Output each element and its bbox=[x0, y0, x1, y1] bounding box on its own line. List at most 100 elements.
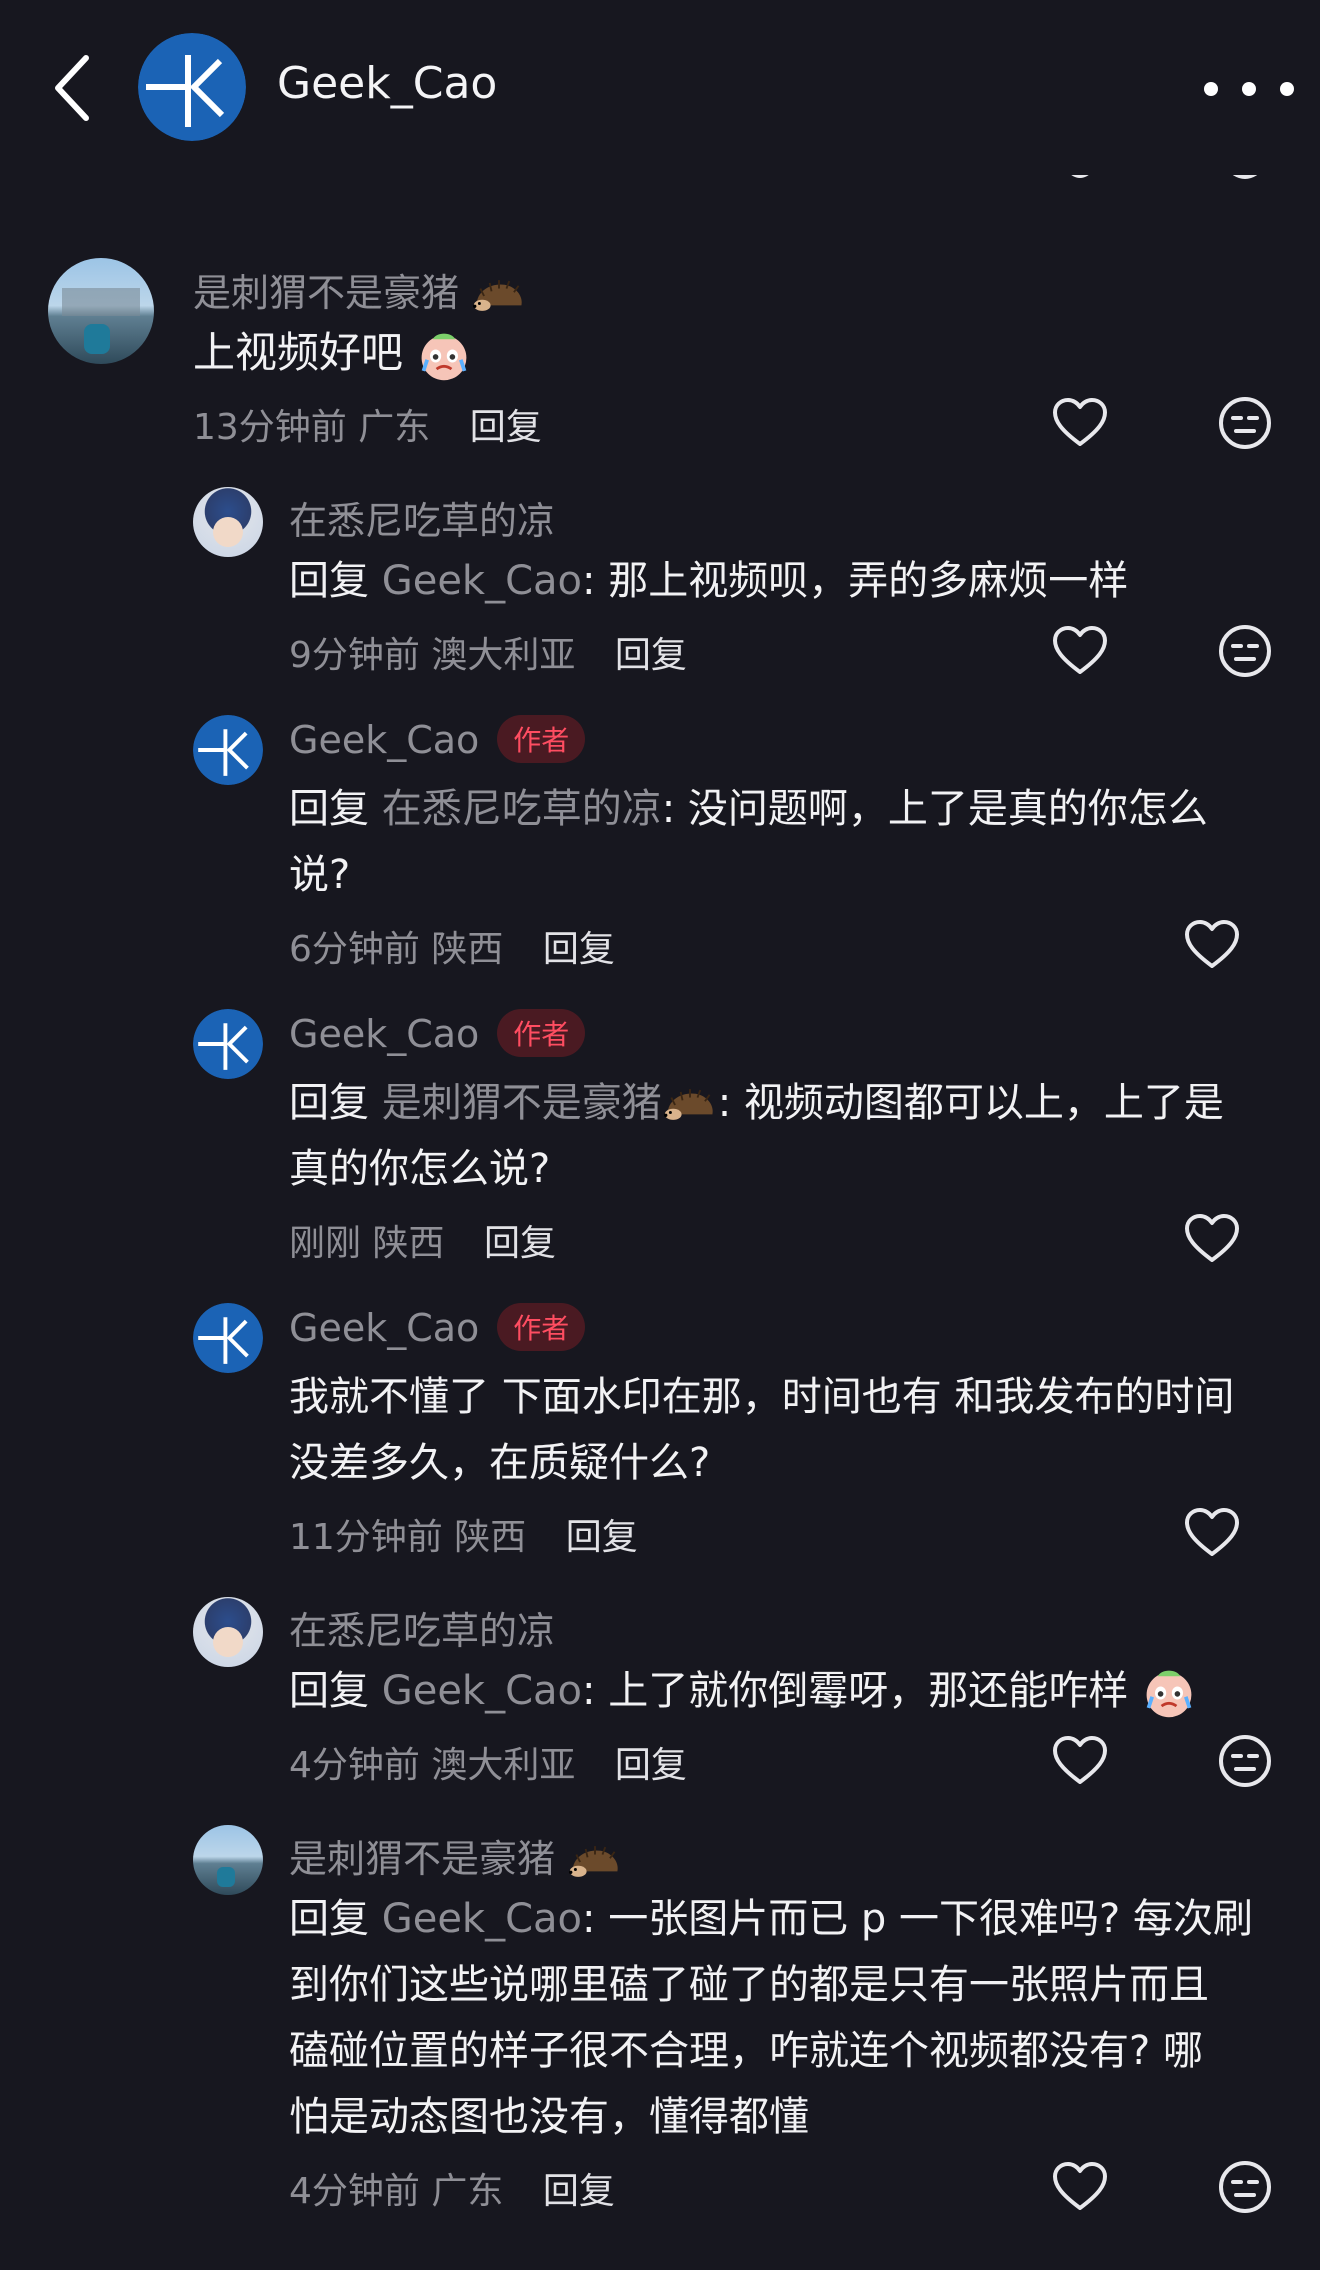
hedgehog-emoji bbox=[567, 1843, 623, 1881]
back-button[interactable] bbox=[48, 48, 98, 128]
avatar[interactable] bbox=[193, 1825, 263, 1895]
heart-icon[interactable] bbox=[1051, 394, 1109, 452]
heart-icon[interactable] bbox=[1183, 1504, 1241, 1562]
reply-button[interactable]: 回复 bbox=[484, 1223, 556, 1264]
timestamp: 4分钟前 bbox=[289, 2171, 420, 2212]
comment-text-content: 上视频好吧 bbox=[193, 328, 404, 377]
location: 澳大利亚 bbox=[431, 635, 576, 676]
comment-text-line: : 一张图片而已 p 一下很难吗? 每次刷 bbox=[582, 1896, 1253, 1942]
comment-text-line: 到你们这些说哪里磕了碰了的都是只有一张照片而且 bbox=[289, 1962, 1209, 2008]
comment-text: 回复 在悉尼吃草的凉: 没问题啊，上了是真的你怎么 说? bbox=[289, 776, 1289, 908]
comment-meta: 4分钟前 广东 回复 bbox=[289, 2162, 615, 2214]
location: 澳大利亚 bbox=[431, 1745, 576, 1786]
comment-author[interactable]: 是刺猬不是豪猪 bbox=[193, 262, 527, 317]
timestamp: 13分钟前 bbox=[193, 407, 347, 448]
comment-text-line: 真的你怎么说? bbox=[289, 1146, 551, 1192]
comment-meta: 9分钟前 澳大利亚 回复 bbox=[289, 626, 687, 678]
author-name: Geek_Cao bbox=[289, 1306, 480, 1350]
avatar[interactable] bbox=[193, 1597, 263, 1667]
timestamp: 4分钟前 bbox=[289, 1745, 420, 1786]
comment-meta: 4分钟前 澳大利亚 回复 bbox=[289, 1736, 687, 1788]
comment-text: 上视频好吧 bbox=[193, 320, 472, 386]
reply-target[interactable]: 是刺猬不是豪猪 bbox=[382, 1080, 718, 1126]
comment-text-content: : 那上视频呗，弄的多麻烦一样 bbox=[582, 558, 1129, 604]
author-name: Geek_Cao bbox=[289, 718, 480, 762]
heart-icon[interactable] bbox=[1051, 2158, 1109, 2216]
back-icon bbox=[55, 55, 89, 121]
reply-target[interactable]: 在悉尼吃草的凉 bbox=[382, 786, 662, 832]
heart-icon[interactable] bbox=[1051, 1732, 1109, 1790]
hedgehog-emoji bbox=[662, 1086, 718, 1124]
reply-target[interactable]: Geek_Cao bbox=[382, 1668, 582, 1714]
hedgehog-emoji bbox=[471, 277, 527, 315]
emoji-face-icon[interactable] bbox=[1216, 1732, 1274, 1790]
more-icon bbox=[1204, 82, 1218, 96]
comment-meta: 刚刚 陕西 回复 bbox=[289, 1214, 556, 1266]
comment-text-line: 磕碰位置的样子很不合理，咋就连个视频都没有? 哪 bbox=[289, 2028, 1203, 2074]
comment-author[interactable]: 是刺猬不是豪猪 bbox=[289, 1828, 623, 1883]
comment-text-line: 怕是动态图也没有，懂得都懂 bbox=[289, 2094, 809, 2140]
reply-target[interactable]: Geek_Cao bbox=[382, 558, 582, 604]
emoji-face-icon[interactable] bbox=[1216, 622, 1274, 680]
more-icon-dot bbox=[1280, 82, 1294, 96]
reply-button[interactable]: 回复 bbox=[615, 1745, 687, 1786]
comment-text: 回复 Geek_Cao: 上了就你倒霉呀，那还能咋样 bbox=[289, 1658, 1197, 1724]
crying-emoji bbox=[416, 328, 472, 384]
reply-button[interactable]: 回复 bbox=[470, 407, 542, 448]
comment-text-line: 说? bbox=[289, 852, 351, 898]
header-avatar[interactable] bbox=[138, 33, 246, 141]
author-name: 是刺猬不是豪猪 bbox=[289, 1837, 556, 1881]
reply-prefix: 回复 bbox=[289, 1668, 369, 1714]
comment-author[interactable]: 在悉尼吃草的凉 bbox=[289, 1600, 555, 1655]
reply-target-name: 是刺猬不是豪猪 bbox=[381, 1080, 662, 1126]
comment-author[interactable]: Geek_Cao 作者 bbox=[289, 1008, 586, 1061]
comment-author[interactable]: Geek_Cao 作者 bbox=[289, 1302, 586, 1355]
reply-button[interactable]: 回复 bbox=[543, 929, 615, 970]
emoji-face-icon[interactable] bbox=[1216, 2158, 1274, 2216]
reply-button[interactable]: 回复 bbox=[566, 1517, 638, 1558]
timestamp: 9分钟前 bbox=[289, 635, 420, 676]
avatar[interactable] bbox=[48, 258, 154, 364]
more-button[interactable] bbox=[1198, 70, 1308, 110]
comment-author[interactable]: 在悉尼吃草的凉 bbox=[289, 490, 555, 545]
comment-text: 回复 Geek_Cao: 那上视频呗，弄的多麻烦一样 bbox=[289, 548, 1128, 614]
location: 陕西 bbox=[431, 929, 504, 970]
reply-prefix: 回复 bbox=[289, 1896, 369, 1942]
more-icon-dot bbox=[1242, 82, 1256, 96]
reply-button[interactable]: 回复 bbox=[543, 2171, 615, 2212]
location: 陕西 bbox=[372, 1223, 445, 1264]
heart-icon[interactable] bbox=[1183, 1210, 1241, 1268]
page-title: Geek_Cao bbox=[277, 58, 498, 109]
top-bar: Geek_Cao bbox=[0, 0, 1320, 175]
comment-meta: 11分钟前 陕西 回复 bbox=[289, 1508, 638, 1560]
comment-text: 回复 是刺猬不是豪猪 : 视频动图都可以上，上了是 真的你怎么说? bbox=[289, 1070, 1299, 1202]
comment-meta: 13分钟前 广东 回复 bbox=[193, 398, 542, 450]
comment-text-line: : 没问题啊，上了是真的你怎么 bbox=[661, 786, 1208, 832]
heart-icon[interactable] bbox=[1183, 916, 1241, 974]
timestamp: 刚刚 bbox=[289, 1223, 362, 1264]
comment-text: 我就不懂了 下面水印在那，时间也有 和我发布的时间 没差多久，在质疑什么? bbox=[289, 1364, 1309, 1496]
author-name: Geek_Cao bbox=[289, 1012, 480, 1056]
emoji-face-icon[interactable] bbox=[1216, 394, 1274, 452]
author-badge: 作者 bbox=[497, 1302, 586, 1351]
comment-text-line: 没差多久，在质疑什么? bbox=[289, 1440, 711, 1486]
heart-icon[interactable] bbox=[1051, 622, 1109, 680]
avatar[interactable] bbox=[193, 487, 263, 557]
reply-button[interactable]: 回复 bbox=[615, 635, 687, 676]
crying-emoji bbox=[1141, 1665, 1197, 1721]
reply-prefix: 回复 bbox=[289, 786, 369, 832]
location: 广东 bbox=[431, 2171, 504, 2212]
avatar[interactable] bbox=[193, 1009, 263, 1079]
avatar[interactable] bbox=[193, 715, 263, 785]
avatar[interactable] bbox=[193, 1303, 263, 1373]
comment-meta: 6分钟前 陕西 回复 bbox=[289, 920, 615, 972]
comment-text-line: : 视频动图都可以上，上了是 bbox=[717, 1080, 1224, 1126]
reply-prefix: 回复 bbox=[289, 1080, 369, 1126]
location: 陕西 bbox=[454, 1517, 527, 1558]
reply-target[interactable]: Geek_Cao bbox=[382, 1896, 582, 1942]
comment-text-line: 我就不懂了 下面水印在那，时间也有 和我发布的时间 bbox=[289, 1374, 1235, 1420]
comment-author[interactable]: Geek_Cao 作者 bbox=[289, 714, 586, 767]
author-name: 是刺猬不是豪猪 bbox=[193, 271, 460, 315]
location: 广东 bbox=[358, 407, 431, 448]
timestamp: 6分钟前 bbox=[289, 929, 420, 970]
